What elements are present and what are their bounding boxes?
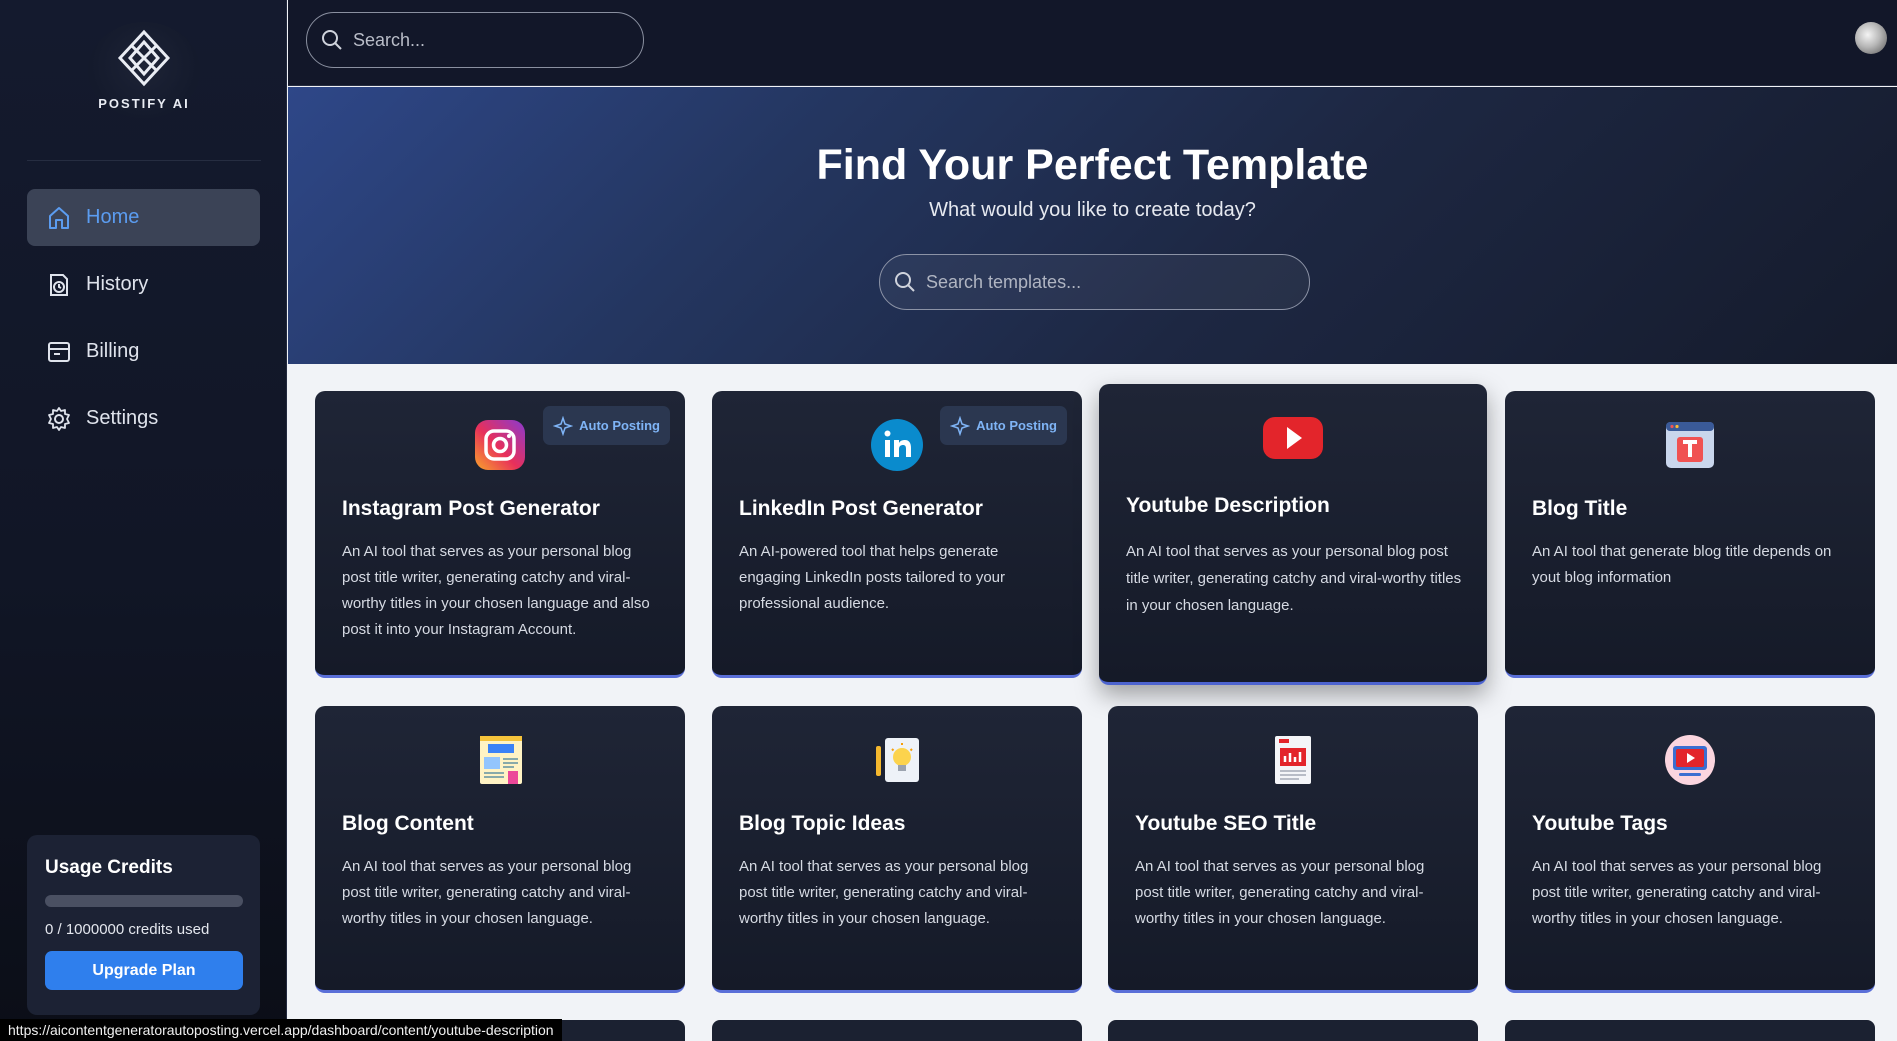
linkedin-icon xyxy=(871,419,923,471)
search-icon xyxy=(895,272,915,292)
app-logo[interactable]: POSTIFY AI xyxy=(88,22,200,118)
logo-text: POSTIFY AI xyxy=(98,96,190,111)
card-description: An AI tool that serves as your personal … xyxy=(342,858,632,927)
badge-label: Auto Posting xyxy=(976,418,1057,433)
template-card-youtube-tags[interactable]: Youtube Tags An AI tool that serves as y… xyxy=(1505,706,1875,993)
card-title: Youtube Description xyxy=(1126,494,1330,517)
card-description: An AI tool that serves as your personal … xyxy=(1135,858,1425,927)
auto-posting-badge: Auto Posting xyxy=(543,406,670,445)
badge-label: Auto Posting xyxy=(579,418,660,433)
usage-credits-text: 0 / 1000000 credits used xyxy=(45,921,210,938)
page-subtitle: What would you like to create today? xyxy=(929,199,1256,221)
sidebar-item-label: Home xyxy=(86,206,140,228)
sidebar-item-history[interactable]: History xyxy=(27,256,260,313)
sparkle-icon xyxy=(553,415,574,436)
youtube-icon xyxy=(1263,417,1323,459)
card-title: Youtube Tags xyxy=(1532,812,1668,835)
template-card-blog-content[interactable]: Blog Content An AI tool that serves as y… xyxy=(315,706,685,993)
card-description: An AI tool that serves as your personal … xyxy=(342,543,650,638)
sidebar: POSTIFY AI Home History Billing Settings… xyxy=(0,0,287,1041)
card-description: An AI tool that generate blog title depe… xyxy=(1532,543,1832,586)
sparkle-icon xyxy=(950,415,971,436)
instagram-icon xyxy=(475,420,525,470)
status-bar-url: https://aicontentgeneratorautoposting.ve… xyxy=(0,1019,562,1041)
settings-icon xyxy=(48,406,70,431)
template-card-youtube-seo-title[interactable]: Youtube SEO Title An AI tool that serves… xyxy=(1108,706,1478,993)
template-card-partial[interactable] xyxy=(1108,1020,1478,1041)
card-description: An AI tool that serves as your personal … xyxy=(739,858,1029,927)
seo-report-icon xyxy=(1275,736,1311,784)
sidebar-nav: Home History Billing Settings xyxy=(27,189,260,457)
sidebar-item-label: History xyxy=(86,273,149,295)
template-card-blog-topic-ideas[interactable]: Blog Topic Ideas An AI tool that serves … xyxy=(712,706,1082,993)
usage-credits-progress xyxy=(45,895,243,907)
blog-title-icon xyxy=(1666,422,1714,468)
sidebar-item-home[interactable]: Home xyxy=(27,189,260,246)
sidebar-item-billing[interactable]: Billing xyxy=(27,323,260,380)
sidebar-item-settings[interactable]: Settings xyxy=(27,390,260,447)
template-search[interactable] xyxy=(879,254,1310,310)
hero-banner: Find Your Perfect Template What would yo… xyxy=(288,87,1897,364)
global-search[interactable] xyxy=(306,12,644,68)
template-search-input[interactable] xyxy=(926,271,1286,293)
card-description: An AI tool that serves as your personal … xyxy=(1532,858,1822,927)
search-input[interactable] xyxy=(353,29,623,51)
card-description: An AI tool that serves as your personal … xyxy=(1126,543,1462,614)
card-title: Youtube SEO Title xyxy=(1135,812,1317,835)
template-card-youtube-description[interactable]: Youtube Description An AI tool that serv… xyxy=(1099,384,1487,685)
card-title: Blog Topic Ideas xyxy=(739,812,906,835)
card-title: Blog Content xyxy=(342,812,474,835)
card-title: Blog Title xyxy=(1532,497,1628,520)
search-icon xyxy=(322,30,342,50)
sidebar-item-label: Billing xyxy=(86,340,140,362)
sidebar-item-label: Settings xyxy=(86,407,159,429)
upgrade-plan-button[interactable]: Upgrade Plan xyxy=(45,951,243,990)
template-card-instagram[interactable]: Auto Posting Instagram Post Generator An… xyxy=(315,391,685,678)
video-tag-icon xyxy=(1665,735,1715,785)
logo-mark-icon xyxy=(117,29,171,87)
card-title: Instagram Post Generator xyxy=(342,497,600,520)
history-icon xyxy=(50,273,68,296)
auto-posting-badge: Auto Posting xyxy=(940,406,1067,445)
billing-icon xyxy=(48,341,70,362)
page-title: Find Your Perfect Template xyxy=(816,141,1369,189)
template-card-blog-title[interactable]: Blog Title An AI tool that generate blog… xyxy=(1505,391,1875,678)
card-title: LinkedIn Post Generator xyxy=(739,497,983,520)
sidebar-divider xyxy=(27,160,261,161)
template-card-partial[interactable] xyxy=(1505,1020,1875,1041)
top-bar xyxy=(288,0,1897,86)
card-description: An AI-powered tool that helps generate e… xyxy=(739,543,1006,612)
usage-credits-title: Usage Credits xyxy=(45,857,173,878)
template-card-linkedin[interactable]: Auto Posting LinkedIn Post Generator An … xyxy=(712,391,1082,678)
avatar[interactable] xyxy=(1855,22,1887,54)
template-card-partial[interactable] xyxy=(712,1020,1082,1041)
usage-credits-panel: Usage Credits 0 / 1000000 credits used U… xyxy=(27,835,260,1015)
blog-content-icon xyxy=(480,736,522,784)
idea-icon xyxy=(876,738,919,782)
home-icon xyxy=(49,206,69,229)
